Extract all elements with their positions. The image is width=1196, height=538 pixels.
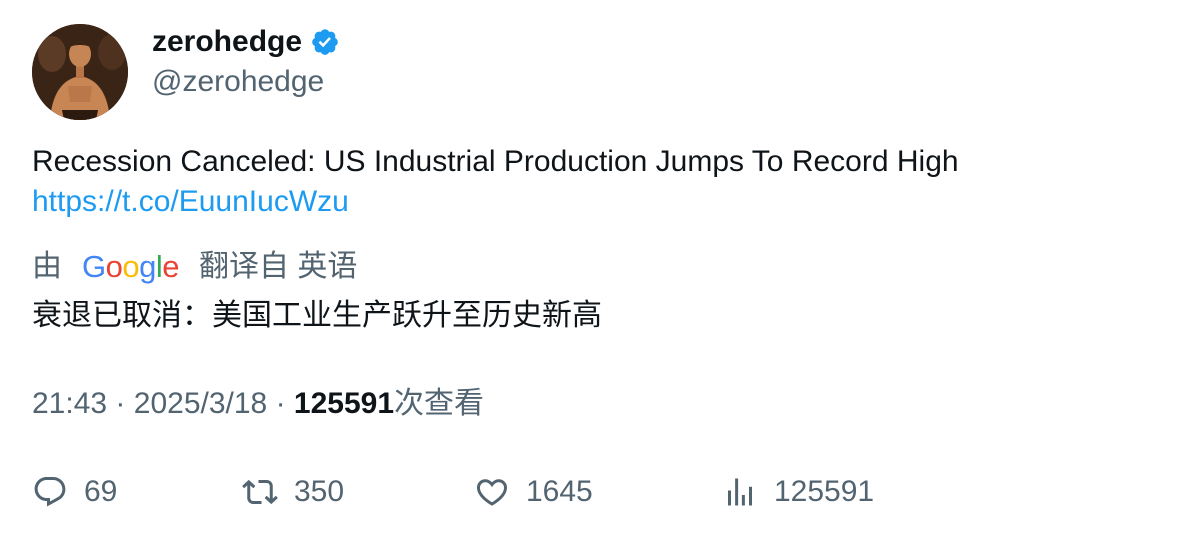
views-count: 125591 bbox=[293, 387, 395, 420]
views-label: 次查看 bbox=[394, 387, 485, 420]
views-button[interactable]: 125591 bbox=[722, 470, 874, 514]
translated-text: 衰退已取消：美国工业生产跃升至历史新高 bbox=[32, 299, 602, 332]
retweet-count: 350 bbox=[294, 475, 345, 508]
retweet-icon bbox=[242, 479, 278, 505]
analytics-bars-icon bbox=[728, 478, 752, 506]
verified-badge-icon bbox=[312, 29, 338, 55]
tweet-meta: 21:43 · 2025/3/18 · 125591次查看 bbox=[32, 384, 484, 424]
reply-count: 69 bbox=[84, 475, 118, 508]
tweet-link[interactable]: https://t.co/EuunIucWzu bbox=[32, 182, 349, 222]
translation-suffix[interactable]: 翻译自 英语 bbox=[199, 247, 357, 287]
meta-separator: · bbox=[275, 387, 286, 420]
tweet-time[interactable]: 21:43 bbox=[32, 387, 107, 420]
heart-icon bbox=[476, 479, 508, 506]
reply-button[interactable]: 69 bbox=[32, 470, 117, 514]
tweet-date[interactable]: 2025/3/18 bbox=[134, 387, 267, 420]
views-action-count: 125591 bbox=[774, 475, 875, 508]
author-name-text: zerohedge bbox=[152, 25, 303, 58]
avatar-photo-icon bbox=[32, 24, 128, 120]
action-bar: 69 350 1645 125591 bbox=[32, 470, 1172, 514]
like-button[interactable]: 1645 bbox=[474, 470, 593, 514]
tweet-text: Recession Canceled: US Industrial Produc… bbox=[32, 145, 959, 178]
author-handle[interactable]: @zerohedge bbox=[152, 62, 324, 102]
reply-icon bbox=[34, 477, 66, 507]
retweet-button[interactable]: 350 bbox=[242, 470, 344, 514]
google-logo-icon: Google bbox=[82, 249, 180, 284]
avatar[interactable] bbox=[32, 24, 128, 120]
author-display-name[interactable]: zerohedge bbox=[152, 22, 340, 62]
translation-prefix: 由 bbox=[32, 250, 62, 283]
meta-separator: · bbox=[115, 387, 126, 420]
translation-attribution: 由 Google 翻译自 英语 bbox=[32, 247, 357, 287]
like-count: 1645 bbox=[526, 475, 593, 508]
